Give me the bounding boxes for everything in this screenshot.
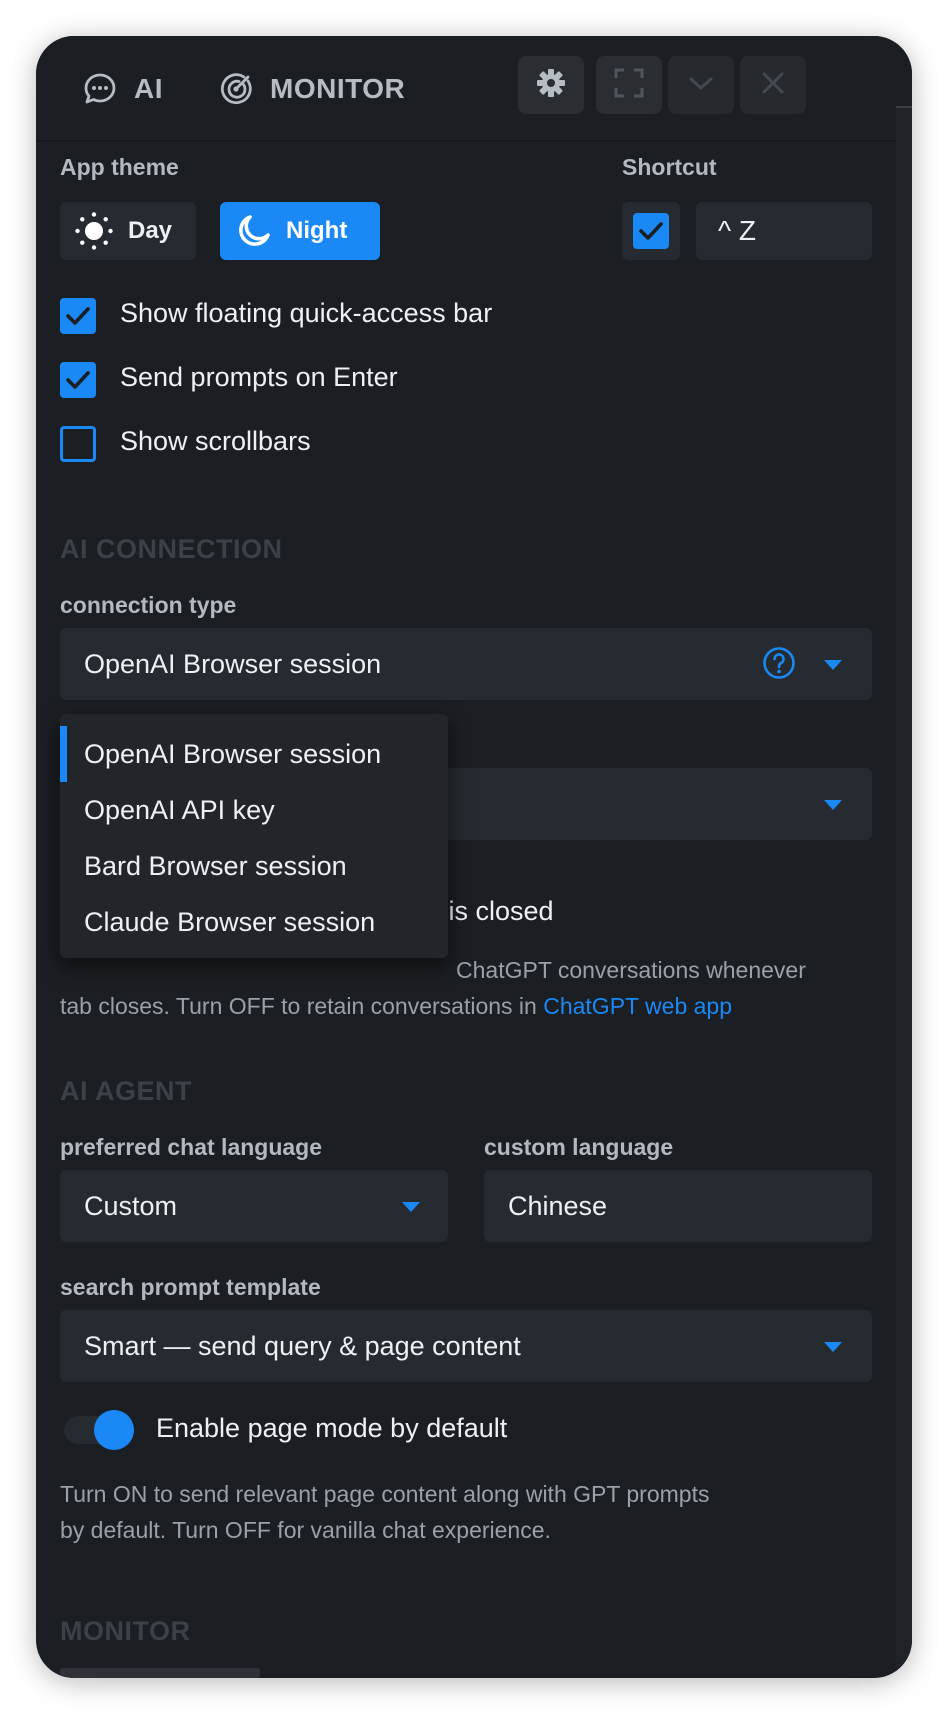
floating-bar-label: Show floating quick-access bar (120, 298, 493, 328)
clear-on-close-description: ChatGPT conversations whenever (456, 957, 806, 983)
theme-night-button[interactable]: Night (220, 202, 380, 260)
chat-bubble-icon (82, 71, 118, 107)
prompt-template-value: Smart — send query & page content (84, 1330, 521, 1361)
page-mode-description-line1: Turn ON to send relevant page content al… (60, 1481, 710, 1507)
tab-monitor-label: MONITOR (270, 73, 406, 104)
tab-ai-label: AI (134, 73, 163, 104)
connection-type-dropdown: OpenAI Browser session OpenAI API key Ba… (60, 714, 448, 958)
checkmark-icon (66, 371, 90, 389)
gear-icon (535, 67, 567, 104)
page-mode-description-line2: by default. Turn OFF for vanilla chat ex… (60, 1517, 551, 1543)
section-ai-agent: AI AGENT (60, 1076, 192, 1106)
theme-day-button[interactable]: Day (60, 202, 196, 260)
scroll-gutter (896, 106, 912, 1678)
floating-bar-checkbox[interactable] (60, 298, 96, 334)
expand-icon (613, 67, 645, 104)
section-monitor: MONITOR (60, 1616, 191, 1646)
radar-icon (218, 71, 254, 107)
theme-day-label: Day (128, 217, 173, 244)
header: AI MONITOR (36, 36, 912, 140)
prompt-template-label: search prompt template (60, 1274, 321, 1300)
settings-panel: AI MONITOR App theme Day Night Shortcut … (36, 36, 912, 1678)
fullscreen-button[interactable] (596, 56, 662, 114)
chat-language-label: preferred chat language (60, 1134, 323, 1160)
connection-type-value: OpenAI Browser session (84, 648, 382, 679)
settings-button[interactable] (518, 56, 584, 114)
page-mode-label: Enable page mode by default (156, 1413, 508, 1443)
send-on-enter-label: Send prompts on Enter (120, 362, 398, 392)
sun-icon (74, 211, 114, 251)
dropdown-option-claude-browser[interactable]: Claude Browser session (60, 894, 448, 950)
app-theme-label: App theme (60, 154, 179, 180)
checkmark-icon (66, 307, 90, 325)
chevron-down-icon (824, 1342, 842, 1352)
section-ai-connection: AI CONNECTION (60, 534, 283, 564)
custom-language-input[interactable]: Chinese (484, 1170, 872, 1242)
clear-on-close-description-line2: tab closes. Turn OFF to retain conversat… (60, 988, 880, 1024)
toggle-knob (94, 1410, 134, 1450)
tab-monitor[interactable]: MONITOR (218, 66, 405, 112)
close-button[interactable] (740, 56, 806, 114)
checkmark-icon (639, 222, 663, 240)
shortcut-input[interactable]: ^ Z (696, 202, 872, 260)
prompt-template-select[interactable]: Smart — send query & page content (60, 1310, 872, 1382)
chatgpt-web-app-link[interactable]: ChatGPT web app (543, 993, 732, 1019)
help-icon[interactable] (762, 646, 796, 685)
page-mode-toggle[interactable] (64, 1410, 134, 1450)
scrollbars-label: Show scrollbars (120, 426, 311, 456)
chat-language-value: Custom (84, 1190, 178, 1221)
chevron-down-icon (687, 73, 715, 98)
shortcut-checkbox[interactable] (633, 213, 669, 249)
chat-language-select[interactable]: Custom (60, 1170, 448, 1242)
dropdown-option-openai-browser[interactable]: OpenAI Browser session (60, 726, 448, 782)
chevron-down-icon (402, 1202, 420, 1212)
minimize-button[interactable] (668, 56, 734, 114)
shortcut-toggle[interactable] (622, 202, 680, 260)
next-row-peek (60, 1668, 260, 1678)
chevron-down-icon (824, 800, 842, 810)
tab-ai[interactable]: AI (82, 66, 163, 112)
connection-type-select[interactable]: OpenAI Browser session (60, 628, 872, 700)
dropdown-option-openai-api[interactable]: OpenAI API key (60, 782, 448, 838)
moon-icon (236, 213, 272, 249)
connection-type-label: connection type (60, 592, 237, 618)
close-icon (760, 70, 786, 101)
theme-night-label: Night (286, 217, 348, 244)
header-divider (36, 140, 912, 142)
dropdown-option-bard-browser[interactable]: Bard Browser session (60, 838, 448, 894)
page-mode-description: Turn ON to send relevant page content al… (60, 1476, 880, 1548)
custom-language-label: custom language (484, 1134, 674, 1160)
scrollbars-checkbox[interactable] (60, 426, 96, 462)
shortcut-label: Shortcut (622, 154, 717, 180)
description-text: tab closes. Turn OFF to retain conversat… (60, 993, 544, 1019)
send-on-enter-checkbox[interactable] (60, 362, 96, 398)
chevron-down-icon (824, 660, 842, 670)
